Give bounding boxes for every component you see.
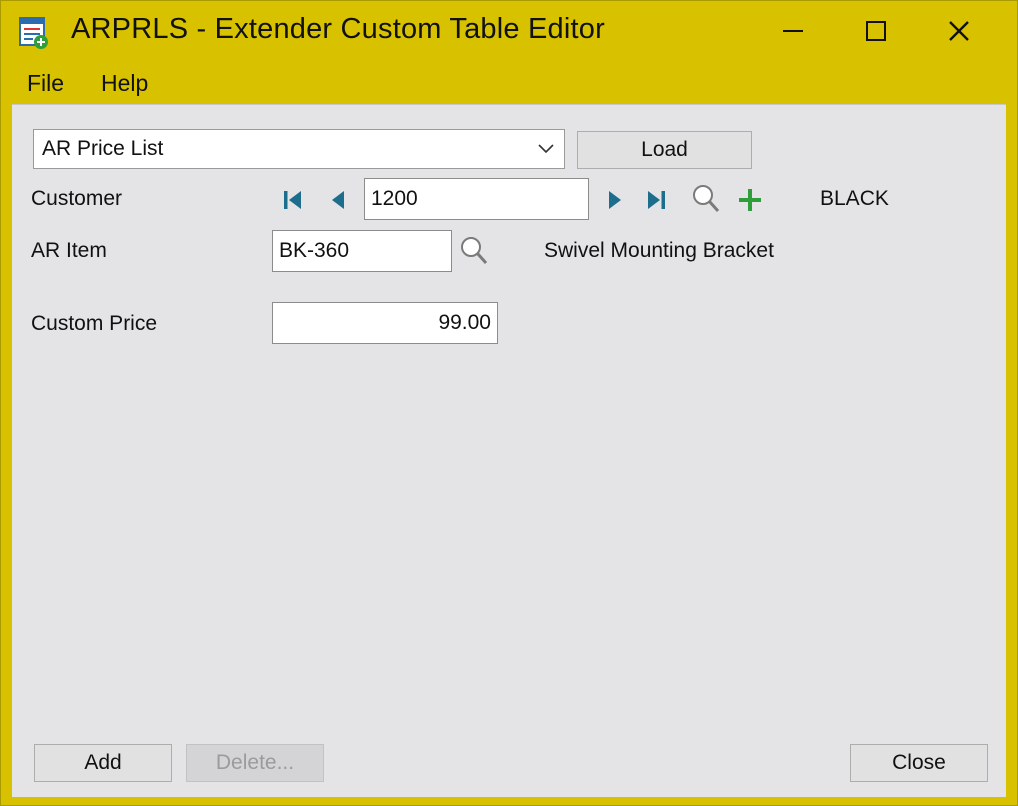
delete-button[interactable]: Delete...: [186, 744, 324, 782]
load-button[interactable]: Load: [577, 131, 752, 169]
add-button[interactable]: Add: [34, 744, 172, 782]
custom-price-input[interactable]: 99.00: [272, 302, 498, 344]
close-button[interactable]: Close: [850, 744, 988, 782]
menu-help[interactable]: Help: [97, 67, 152, 99]
custom-price-label: Custom Price: [31, 312, 158, 335]
menu-bar: File Help: [1, 63, 1017, 103]
customer-number-input[interactable]: 1200: [364, 178, 589, 220]
customer-lookup-magnifier-icon[interactable]: [691, 183, 721, 215]
ar-item-description: Swivel Mounting Bracket: [544, 239, 774, 262]
first-record-icon[interactable]: [282, 189, 304, 211]
close-icon: [949, 21, 969, 41]
customer-label: Customer: [31, 187, 123, 210]
menu-file[interactable]: File: [23, 67, 68, 99]
minimize-button[interactable]: [753, 1, 833, 61]
add-customer-plus-icon[interactable]: [737, 187, 763, 213]
ar-item-input[interactable]: BK-360: [272, 230, 452, 272]
table-select-dropdown[interactable]: AR Price List: [33, 129, 565, 169]
maximize-button[interactable]: [836, 1, 916, 61]
chevron-down-icon: [528, 144, 564, 154]
ar-item-label: AR Item: [31, 239, 107, 262]
table-editor-app-icon: [19, 17, 48, 49]
last-record-icon[interactable]: [645, 189, 667, 211]
next-record-icon[interactable]: [604, 189, 626, 211]
form-panel: AR Price List Load Customer 1200 BLACK A…: [12, 104, 1006, 797]
customer-name-display: BLACK: [820, 187, 889, 210]
application-window: ARPRLS - Extender Custom Table Editor Fi…: [0, 0, 1018, 806]
previous-record-icon[interactable]: [328, 189, 350, 211]
minimize-icon: [783, 30, 803, 32]
title-bar[interactable]: ARPRLS - Extender Custom Table Editor: [1, 1, 1017, 63]
table-select-value: AR Price List: [42, 137, 164, 160]
maximize-icon: [866, 21, 886, 41]
ar-item-lookup-magnifier-icon[interactable]: [459, 235, 489, 267]
close-window-button[interactable]: [919, 1, 999, 61]
window-title: ARPRLS - Extender Custom Table Editor: [71, 13, 605, 45]
